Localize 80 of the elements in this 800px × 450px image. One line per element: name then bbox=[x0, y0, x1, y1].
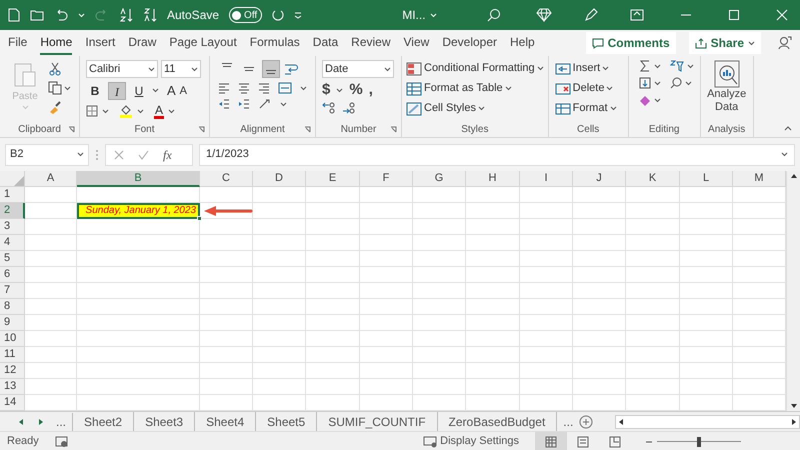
autosave-toggle[interactable]: Off bbox=[229, 7, 262, 23]
styles-button[interactable]: Conditional Formatting bbox=[406, 60, 544, 77]
font-name-dropdown[interactable]: Calibri bbox=[86, 60, 158, 78]
toggle-label: Off bbox=[244, 8, 258, 22]
row-header[interactable]: 3 bbox=[0, 219, 25, 235]
cells-button[interactable]: Delete bbox=[554, 80, 617, 97]
row-header[interactable]: 5 bbox=[0, 251, 25, 267]
row-header[interactable]: 6 bbox=[0, 267, 25, 283]
comments-button[interactable]: Comments bbox=[586, 32, 676, 54]
cells-button[interactable]: Format bbox=[554, 100, 617, 117]
cell-reference: B2 bbox=[10, 147, 24, 162]
more-sheets-button[interactable]: ... bbox=[563, 412, 574, 430]
row-header[interactable]: 8 bbox=[0, 299, 25, 315]
display-settings-button[interactable]: Display Settings bbox=[423, 433, 519, 450]
row-header[interactable]: 12 bbox=[0, 363, 25, 379]
font-size-dropdown[interactable]: 11 bbox=[161, 60, 201, 78]
ribbon-tab[interactable]: Insert bbox=[85, 31, 116, 55]
number-format-dropdown[interactable]: Date bbox=[322, 60, 394, 78]
group-label: Editing bbox=[648, 122, 680, 136]
row-header[interactable]: 9 bbox=[0, 315, 25, 331]
row-header[interactable]: 10 bbox=[0, 331, 25, 347]
column-header[interactable]: E bbox=[306, 171, 360, 187]
autosave-label: AutoSave bbox=[167, 7, 220, 24]
ribbon-tab[interactable]: Developer bbox=[442, 31, 498, 55]
column-header[interactable]: D bbox=[253, 171, 306, 187]
column-header[interactable]: K bbox=[626, 171, 680, 187]
ribbon-tab[interactable]: Help bbox=[510, 31, 535, 55]
font-style-button[interactable]: U bbox=[130, 82, 148, 100]
currency-button[interactable]: $ bbox=[322, 82, 330, 98]
font-size: 11 bbox=[164, 62, 176, 77]
row-header[interactable]: 14 bbox=[0, 395, 25, 411]
styles-button[interactable]: Format as Table bbox=[406, 80, 544, 97]
row-header[interactable]: 2 bbox=[0, 203, 25, 219]
row-header[interactable]: 1 bbox=[0, 187, 25, 203]
column-header[interactable]: F bbox=[360, 171, 413, 187]
comma-style-button[interactable]: , bbox=[368, 82, 373, 98]
cells-button[interactable]: Insert bbox=[554, 60, 617, 77]
ribbon-tab[interactable]: File bbox=[8, 31, 28, 55]
ribbon-tab[interactable]: Formulas bbox=[250, 31, 300, 55]
shrink-font-button[interactable]: A bbox=[180, 82, 188, 99]
row-header[interactable]: 11 bbox=[0, 347, 25, 363]
ribbon-tab[interactable]: Draw bbox=[128, 31, 156, 55]
group-label: Styles bbox=[461, 122, 488, 136]
styles-button[interactable]: Cell Styles bbox=[406, 100, 544, 117]
column-header[interactable]: J bbox=[573, 171, 626, 187]
ribbon-tab[interactable]: Review bbox=[351, 31, 391, 55]
percent-button[interactable]: % bbox=[349, 82, 363, 98]
group-label: Clipboard bbox=[18, 122, 61, 136]
column-header[interactable]: C bbox=[200, 171, 253, 187]
formula-field[interactable]: 1/1/2023 bbox=[199, 144, 795, 166]
formula-text: 1/1/2023 bbox=[206, 147, 249, 162]
row-header[interactable]: 4 bbox=[0, 235, 25, 251]
insert-function-button[interactable]: fx bbox=[163, 146, 172, 164]
ribbon-tab[interactable]: Data bbox=[312, 31, 338, 55]
name-box[interactable]: B2 bbox=[5, 144, 89, 166]
active-cell[interactable]: Sunday, January 1, 2023 bbox=[77, 203, 200, 219]
group-label: Number bbox=[340, 122, 376, 136]
analyze-data-button[interactable]: Analyze Data bbox=[704, 60, 749, 121]
document-title[interactable]: MI... bbox=[402, 6, 426, 24]
group-label: Font bbox=[134, 122, 154, 136]
font-name: Calibri bbox=[89, 62, 120, 77]
number-format: Date bbox=[325, 62, 348, 77]
row-header[interactable]: 13 bbox=[0, 379, 25, 395]
font-color-button[interactable]: A bbox=[154, 104, 164, 118]
row-header[interactable]: 7 bbox=[0, 283, 25, 299]
group-label: Analysis bbox=[708, 122, 746, 136]
ribbon-tab[interactable]: View bbox=[404, 31, 430, 55]
font-style-button[interactable]: B bbox=[86, 82, 104, 100]
ribbon-tab[interactable]: Page Layout bbox=[169, 31, 237, 55]
column-header[interactable]: G bbox=[413, 171, 466, 187]
column-header[interactable]: I bbox=[520, 171, 573, 187]
column-header[interactable]: L bbox=[680, 171, 733, 187]
group-label: Alignment bbox=[240, 122, 285, 136]
status-text: Ready bbox=[7, 434, 39, 450]
group-label: Cells bbox=[577, 122, 600, 136]
column-header[interactable]: H bbox=[466, 171, 520, 187]
column-header[interactable]: B bbox=[77, 171, 200, 187]
font-style-button[interactable]: I bbox=[108, 82, 126, 100]
grow-font-button[interactable]: A bbox=[167, 81, 176, 100]
share-button[interactable]: Share bbox=[688, 32, 761, 54]
